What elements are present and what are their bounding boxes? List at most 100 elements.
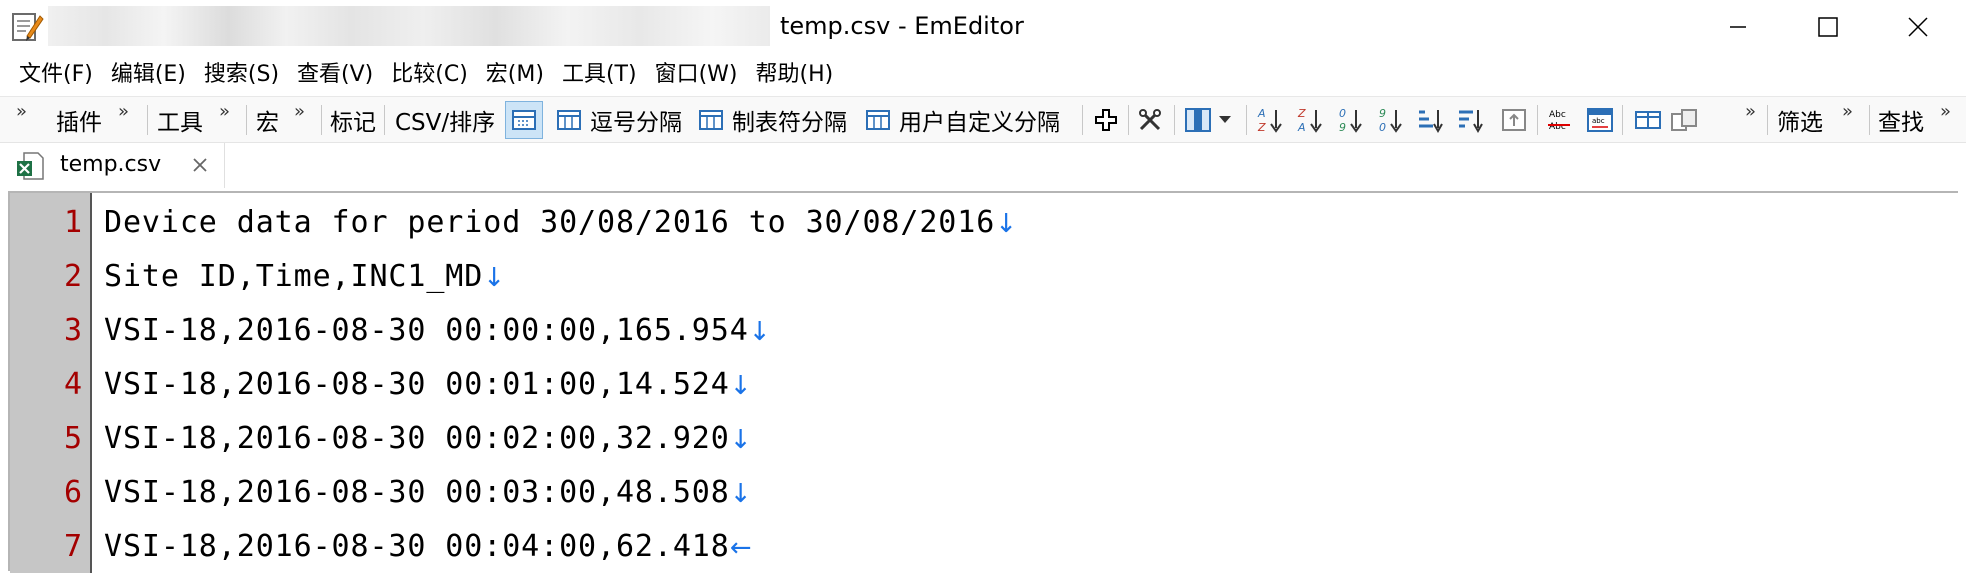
blurred-title-path — [48, 6, 770, 46]
editor-line[interactable]: VSI-18,2016-08-30 00:00:00,165.954↓ — [104, 313, 771, 348]
sort-desc-icon[interactable] — [1456, 106, 1484, 134]
toolbar-separator — [1128, 105, 1129, 135]
sort-za-icon[interactable]: Z A — [1296, 106, 1324, 134]
tab-label: temp.csv — [60, 152, 162, 177]
macro-toolbar-button[interactable]: 宏 — [256, 97, 279, 143]
editor-line[interactable]: VSI-18,2016-08-30 00:01:00,14.524↓ — [104, 367, 752, 402]
close-icon — [1908, 17, 1928, 37]
line-number-gutter[interactable]: 1 2 3 4 5 6 7 — [10, 193, 92, 573]
close-icon[interactable] — [190, 155, 210, 175]
column-view-icon[interactable] — [1184, 106, 1212, 134]
svg-text:Abc: Abc — [1549, 110, 1566, 120]
custom-separated-icon — [866, 110, 890, 130]
menu-bar: 文件(F) 编辑(E) 搜索(S) 查看(V) 比较(C) 宏(M) 工具(T)… — [0, 54, 1966, 96]
editor-line[interactable]: VSI-18,2016-08-30 00:02:00,32.920↓ — [104, 421, 752, 456]
newline-marker: ↓ — [729, 479, 753, 509]
toolbar-separator — [1869, 105, 1870, 135]
sort-09-icon[interactable]: 0 9 — [1336, 106, 1364, 134]
window-title: temp.csv - EmEditor — [780, 12, 1024, 40]
toolbar-separator — [1246, 105, 1247, 135]
chevron-overflow-icon[interactable]: » — [294, 101, 305, 122]
sort-90-icon[interactable]: 9 0 — [1376, 106, 1404, 134]
csv-sort-toolbar-label: CSV/排序 — [395, 110, 496, 136]
toolbar-separator — [1767, 105, 1768, 135]
text-editor[interactable]: 1 2 3 4 5 6 7 Device data for period 30/… — [8, 191, 1958, 573]
mark-toolbar-button[interactable]: 标记 — [330, 97, 376, 143]
toolbar-separator — [147, 105, 148, 135]
editor-line[interactable]: VSI-18,2016-08-30 00:03:00,48.508↓ — [104, 475, 752, 510]
newline-marker: ↓ — [995, 209, 1018, 239]
line-text: VSI-18,2016-08-30 00:00:00,165.954 — [104, 313, 749, 348]
tab-separated-button[interactable]: 制表符分隔 — [732, 97, 847, 143]
editor-line[interactable]: Device data for period 30/08/2016 to 30/… — [104, 205, 1018, 240]
newline-marker: ↓ — [729, 371, 753, 401]
minimize-icon — [1730, 26, 1746, 28]
menu-window[interactable]: 窗口(W) — [646, 58, 747, 92]
svg-text:abc: abc — [1592, 117, 1605, 125]
line-text: Device data for period 30/08/2016 to 30/… — [104, 205, 996, 240]
line-number: 5 — [63, 421, 82, 456]
svg-text:A: A — [1297, 121, 1306, 134]
sort-asc-icon[interactable] — [1416, 106, 1444, 134]
menu-compare[interactable]: 比较(C) — [382, 58, 477, 92]
line-number: 2 — [63, 259, 82, 294]
menu-macro[interactable]: 宏(M) — [477, 58, 553, 92]
editor-line[interactable]: VSI-18,2016-08-30 00:04:00,62.418← — [104, 529, 752, 564]
line-text: VSI-18,2016-08-30 00:01:00,14.524 — [104, 367, 730, 402]
chevron-overflow-icon[interactable]: » — [16, 101, 27, 122]
newline-marker: ↓ — [729, 425, 753, 455]
menu-edit[interactable]: 编辑(E) — [102, 58, 195, 92]
toolbar-separator — [1622, 105, 1623, 135]
compare-icon[interactable] — [1670, 106, 1698, 134]
chevron-down-icon[interactable] — [1218, 115, 1232, 125]
editor-line[interactable]: Site ID,Time,INC1_MD↓ — [104, 259, 506, 294]
csv-grid-icon — [512, 110, 536, 130]
toolbar-separator — [321, 105, 322, 135]
chevron-overflow-icon[interactable]: » — [118, 101, 129, 122]
tools-toolbar-button[interactable]: 工具 — [157, 97, 203, 143]
line-text: VSI-18,2016-08-30 00:02:00,32.920 — [104, 421, 730, 456]
menu-search[interactable]: 搜索(S) — [195, 58, 288, 92]
find-toolbar-button[interactable]: 查找 — [1878, 97, 1924, 143]
emeditor-app-icon[interactable] — [10, 10, 44, 44]
sort-az-icon[interactable]: A Z — [1256, 106, 1284, 134]
newline-marker: ↓ — [748, 317, 772, 347]
toolbar-separator — [1082, 105, 1083, 135]
svg-text:0: 0 — [1339, 107, 1346, 120]
menu-view[interactable]: 查看(V) — [288, 58, 382, 92]
tab-temp-csv[interactable]: temp.csv — [0, 143, 225, 188]
close-button[interactable] — [1872, 0, 1964, 54]
line-text: VSI-18,2016-08-30 00:04:00,62.418 — [104, 529, 730, 564]
chevron-overflow-icon[interactable]: » — [1940, 101, 1951, 122]
tab-separated-icon — [699, 110, 723, 130]
svg-text:Z: Z — [1297, 107, 1306, 120]
reflow-icon[interactable] — [1500, 106, 1528, 134]
line-text: Site ID,Time,INC1_MD — [104, 259, 484, 294]
minimize-button[interactable] — [1692, 0, 1784, 54]
maximize-button[interactable] — [1782, 0, 1874, 54]
ruler-icon[interactable]: abc — [1586, 106, 1614, 134]
line-number: 3 — [63, 313, 82, 348]
excel-file-icon — [17, 152, 44, 180]
newline-marker: ← — [729, 533, 753, 563]
toolbar-separator — [1174, 105, 1175, 135]
tools-icon[interactable] — [1136, 106, 1164, 134]
chevron-overflow-icon[interactable]: » — [1745, 101, 1756, 122]
chevron-overflow-icon[interactable]: » — [1842, 101, 1853, 122]
plus-icon[interactable] — [1092, 106, 1120, 134]
comma-separated-button[interactable]: 逗号分隔 — [590, 97, 682, 143]
newline-marker: ↓ — [483, 263, 506, 293]
split-window-icon[interactable] — [1634, 106, 1662, 134]
svg-text:A: A — [1257, 107, 1266, 120]
menu-file[interactable]: 文件(F) — [10, 58, 102, 92]
line-number: 7 — [63, 529, 82, 564]
plugins-toolbar-button[interactable]: 插件 — [56, 97, 102, 143]
spell-check-icon[interactable]: Abc Abc — [1546, 106, 1574, 134]
toolbar-separator — [1537, 105, 1538, 135]
line-text: VSI-18,2016-08-30 00:03:00,48.508 — [104, 475, 730, 510]
custom-separated-button[interactable]: 用户自定义分隔 — [899, 97, 1060, 143]
chevron-overflow-icon[interactable]: » — [219, 101, 230, 122]
filter-toolbar-button[interactable]: 筛选 — [1777, 97, 1823, 143]
menu-help[interactable]: 帮助(H) — [746, 58, 842, 92]
menu-tools[interactable]: 工具(T) — [553, 58, 646, 92]
